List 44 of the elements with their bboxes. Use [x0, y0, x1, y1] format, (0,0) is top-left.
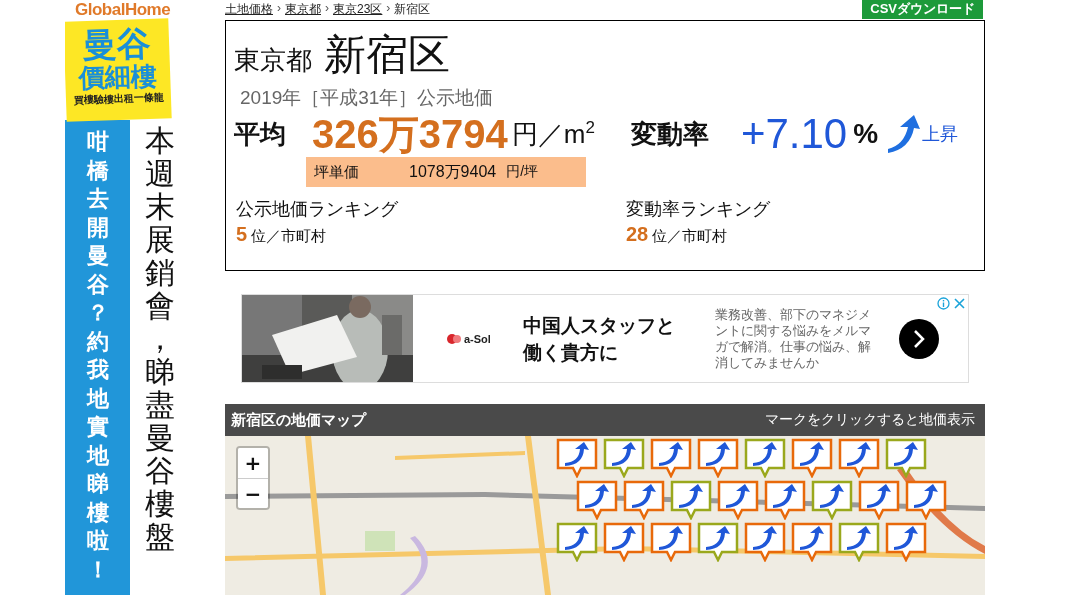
boundary-line — [400, 536, 428, 595]
close-icon[interactable] — [953, 297, 966, 310]
year-label: 2019年［平成31年］公示地価 — [240, 86, 495, 110]
average-price: 326万3794 — [312, 110, 508, 158]
sign-tagline: 買樓驗樓出租一條龍 — [73, 91, 164, 107]
zoom-out-button[interactable]: − — [238, 478, 268, 508]
city-name: 新宿区 — [324, 30, 450, 80]
ranking-suffix: 位／市町村 — [251, 227, 327, 244]
breadcrumb-separator: › — [386, 0, 391, 17]
zoom-in-button[interactable]: + — [238, 448, 268, 478]
tsubo-price: 1078万9404 — [409, 161, 497, 182]
change-rate-value: +7.10 — [740, 110, 848, 158]
csv-download-button[interactable]: CSVダウンロード — [862, 0, 983, 19]
price-unit: 円／m$^{2}$ — [511, 116, 595, 151]
breadcrumb-separator: › — [325, 0, 329, 17]
chevron-right-icon — [911, 328, 926, 349]
map-title: 新宿区の地価マップ — [231, 410, 366, 430]
banner-slogan: 咁橋去開曼谷？約我地實地睇樓啦！ — [86, 128, 109, 584]
tsubo-label: 坪単価 — [314, 162, 359, 182]
ranking-title: 変動率ランキング — [626, 198, 771, 221]
sign-title: 曼谷 — [82, 24, 152, 64]
map-hint: マークをクリックすると地価表示 — [765, 411, 975, 429]
banner-headline: 本週末展銷會，睇盡曼谷樓盤 — [145, 124, 175, 556]
ranking-title: 公示地価ランキング — [236, 198, 399, 221]
park-area — [365, 531, 395, 551]
info-icon[interactable] — [937, 297, 950, 310]
breadcrumb-link[interactable]: 土地価格 — [225, 0, 273, 18]
percent-sign: % — [853, 118, 879, 150]
ranking-number: 28 — [626, 223, 649, 245]
breadcrumb-link[interactable]: 東京23区 — [333, 0, 383, 18]
ad-headline[interactable]: 中国人スタッフと働く貴方に — [522, 311, 693, 366]
breadcrumb-current: 新宿区 — [394, 0, 431, 18]
ranking-number: 5 — [236, 223, 248, 245]
prefecture-name: 東京都 — [234, 44, 312, 77]
breadcrumb-separator: › — [277, 0, 281, 17]
average-label: 平均 — [234, 117, 286, 151]
breadcrumb-link[interactable]: 東京都 — [285, 0, 321, 18]
ad-description[interactable]: 業務改善、部下のマネジメントに関する悩みをメルマガで解消。仕事の悩み、解消してみませんか — [714, 306, 875, 371]
ranking-suffix: 位／市町村 — [652, 227, 728, 244]
trend-label: 上昇 — [922, 123, 959, 146]
change-rate-label: 変動率 — [630, 117, 709, 151]
advertiser-logo[interactable]: a-Sol — [447, 332, 491, 345]
tsubo-unit: 円/坪 — [506, 163, 539, 181]
next-button[interactable] — [898, 318, 939, 359]
